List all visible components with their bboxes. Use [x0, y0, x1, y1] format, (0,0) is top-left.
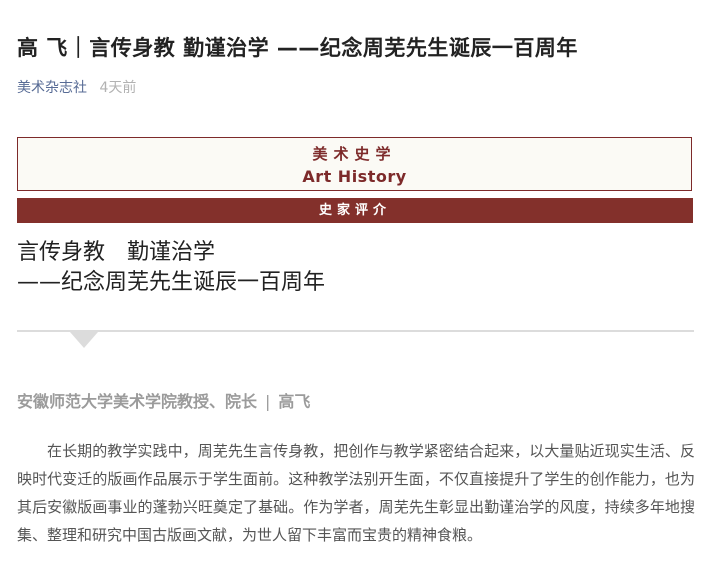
column-subtitle-bar: 史家评介 [17, 198, 693, 223]
column-title-en: Art History [302, 167, 407, 186]
article-meta: 美术杂志社 4天前 [17, 77, 136, 97]
author-name: 高飞 [278, 392, 311, 411]
column-banner: 美术史学 Art History [17, 137, 692, 191]
divider-pointer [70, 332, 98, 348]
author-separator: | [265, 392, 271, 411]
article-page: 高 飞｜言传身教 勤谨治学 ——纪念周芜先生诞辰一百周年 美术杂志社 4天前 美… [0, 0, 712, 563]
author-affiliation: 安徽师范大学美术学院教授、院长 [17, 392, 258, 411]
heading-line-2: ——纪念周芜先生诞辰一百周年 [17, 269, 326, 295]
article-title: 高 飞｜言传身教 勤谨治学 ——纪念周芜先生诞辰一百周年 [17, 36, 578, 60]
author-line: 安徽师范大学美术学院教授、院长 | 高飞 [17, 388, 310, 412]
body-paragraph: 在长期的教学实践中，周芜先生言传身教，把创作与教学紧密结合起来，以大量贴近现实生… [17, 442, 695, 544]
heading-line-1: 言传身教 勤谨治学 [17, 240, 216, 265]
column-title-cn: 美术史学 [312, 145, 397, 163]
source-link[interactable]: 美术杂志社 [17, 80, 87, 96]
article-heading: 言传身教 勤谨治学 ——纪念周芜先生诞辰一百周年 [17, 238, 325, 298]
section-divider [17, 330, 694, 332]
publish-time: 4天前 [99, 80, 137, 96]
